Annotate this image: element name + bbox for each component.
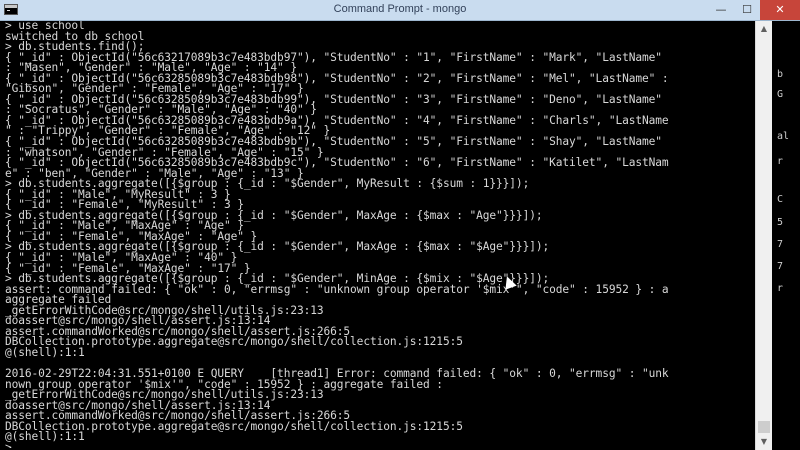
maximize-button[interactable]: ☐ <box>734 0 760 20</box>
background-text-fragment: r <box>777 156 784 167</box>
console-line: @(shell):1:1 <box>5 345 85 359</box>
title-bar[interactable]: Command Prompt - mongo — ☐ ✕ <box>0 0 800 21</box>
window-title: Command Prompt - mongo <box>333 3 467 15</box>
background-text-fragment: G <box>777 89 784 100</box>
scrollbar-thumb[interactable] <box>758 421 770 433</box>
background-text-fragment: 7 <box>777 261 784 272</box>
background-text-fragment: r <box>777 283 784 294</box>
console-line: > <box>5 440 12 448</box>
scroll-down-icon[interactable]: ▼ <box>756 434 772 450</box>
background-text-fragment: 5 <box>777 217 784 228</box>
background-text-fragment: b <box>777 69 784 80</box>
command-prompt-window: Command Prompt - mongo — ☐ ✕ > use schoo… <box>0 0 800 450</box>
minimize-button[interactable]: — <box>708 0 734 20</box>
background-text-fragment: C <box>777 194 784 205</box>
console-text: > use school switched to db school > db.… <box>2 21 755 448</box>
background-text-fragment: 7 <box>777 239 784 250</box>
console-output[interactable]: > use school switched to db school > db.… <box>2 21 755 448</box>
close-button[interactable]: ✕ <box>760 0 800 20</box>
background-text-fragment: al <box>777 131 790 142</box>
background-window-strip: b G al r C 5 7 7 r <box>773 21 800 450</box>
console-line: @(shell):1:1 <box>5 430 85 444</box>
vertical-scrollbar[interactable]: ▲ ▼ <box>755 21 772 450</box>
scroll-up-icon[interactable]: ▲ <box>756 21 772 37</box>
